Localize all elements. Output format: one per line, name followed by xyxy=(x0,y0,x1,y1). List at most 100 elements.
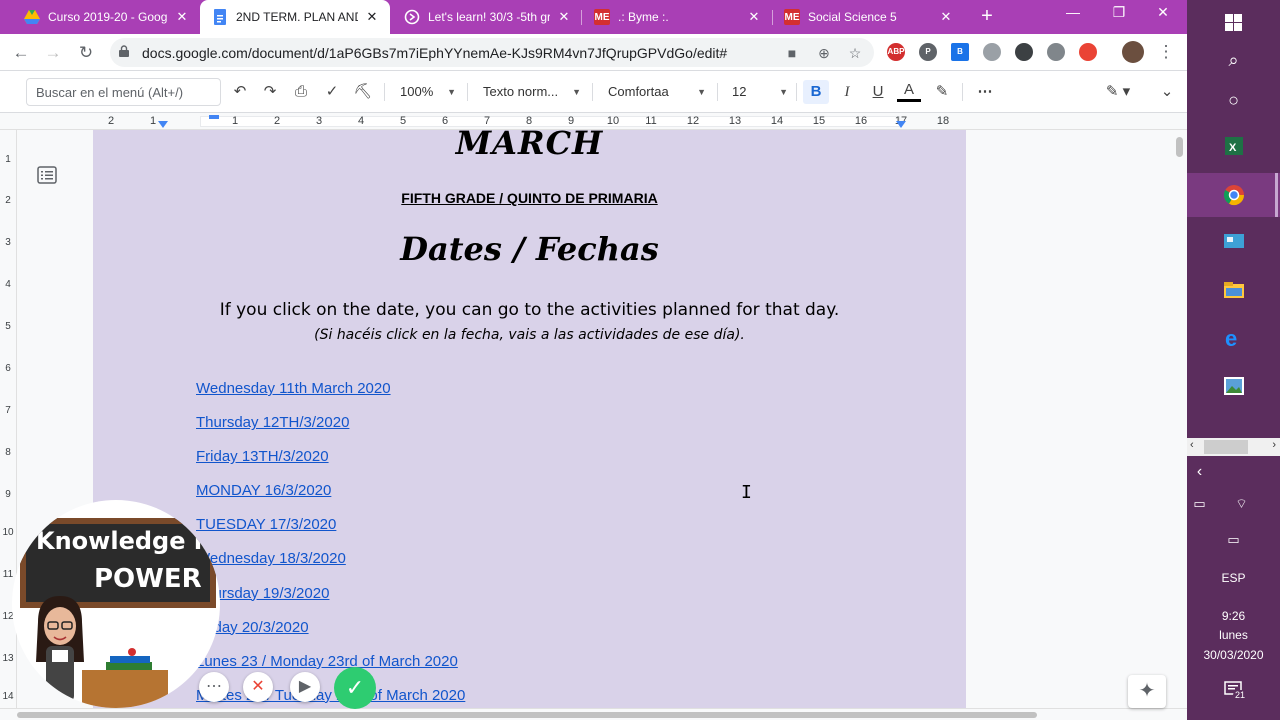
left-indent-marker[interactable] xyxy=(158,121,168,128)
tab-curso[interactable]: Curso 2019-20 - Google ✕ xyxy=(12,0,200,34)
date-link[interactable]: Thursday 12TH/3/2020 xyxy=(196,414,465,448)
font-value: Comfortaa xyxy=(608,84,669,99)
doc-subtitle: FIFTH GRADE / QUINTO DE PRIMARIA xyxy=(401,190,658,206)
clock-day: lunes xyxy=(1219,628,1248,642)
font-size-select[interactable]: 12 ▼ xyxy=(732,80,788,104)
file-explorer-icon[interactable] xyxy=(1187,268,1280,312)
reload-icon[interactable]: ↻ xyxy=(74,41,98,65)
camera-icon[interactable]: ■ xyxy=(784,45,800,61)
document-page[interactable]: MARCH FIFTH GRADE / QUINTO DE PRIMARIA D… xyxy=(93,130,966,708)
highlight-pen-icon[interactable]: ✎ xyxy=(930,80,954,104)
extension-grammar-icon[interactable] xyxy=(1047,43,1065,61)
docs-toolbar: Buscar en el menú (Alt+/) ↶ ↷ ⎙ ✓ ⛏ 100%… xyxy=(0,71,1187,113)
notifications-icon[interactable]: 21 xyxy=(1187,668,1280,712)
chevron-up-icon[interactable]: ⌄ xyxy=(1155,80,1179,104)
edge-icon[interactable]: e xyxy=(1187,316,1280,360)
text-cursor-icon: I xyxy=(741,482,752,503)
underline-button[interactable]: U xyxy=(866,80,890,104)
profile-avatar[interactable] xyxy=(1122,41,1144,63)
close-tab-icon[interactable]: ✕ xyxy=(938,9,954,25)
scrollbar-thumb[interactable] xyxy=(1176,137,1183,157)
chrome-menu-icon[interactable]: ⋮ xyxy=(1154,40,1178,64)
extension-b-icon[interactable]: B xyxy=(951,43,969,61)
close-tab-icon[interactable]: ✕ xyxy=(556,9,572,25)
new-tab-button[interactable]: + xyxy=(976,6,998,28)
italic-button[interactable]: I xyxy=(835,80,859,104)
horizontal-scrollbar[interactable] xyxy=(0,708,1187,720)
bookmark-star-icon[interactable]: ☆ xyxy=(847,45,863,61)
date-link[interactable]: Lunes 23 / Monday 23rd of March 2020 xyxy=(196,653,465,687)
date-link[interactable]: Friday 13TH/3/2020 xyxy=(196,448,465,482)
ruler-number: 14 xyxy=(770,115,784,127)
spellcheck-icon[interactable]: ✓ xyxy=(320,80,344,104)
close-tab-icon[interactable]: ✕ xyxy=(364,9,380,25)
tab-2nd-term[interactable]: 2ND TERM. PLAN AND ✕ xyxy=(200,0,390,34)
more-options-button[interactable]: ⋯ xyxy=(199,672,229,702)
editing-mode-icon[interactable]: ✎ ▾ xyxy=(1100,80,1136,104)
date-link[interactable]: Wednesday 18/3/2020 xyxy=(196,550,465,584)
restore-icon[interactable]: ❐ xyxy=(1104,4,1134,21)
tab-social-science[interactable]: ME Social Science 5 ✕ xyxy=(772,0,964,34)
close-tab-icon[interactable]: ✕ xyxy=(174,9,190,25)
close-window-icon[interactable]: ✕ xyxy=(1148,4,1178,21)
finish-recording-button[interactable]: ✓ xyxy=(334,667,376,709)
excel-icon[interactable]: X xyxy=(1187,124,1280,168)
date-link[interactable]: TUESDAY 17/3/2020 xyxy=(196,516,465,550)
close-tab-icon[interactable]: ✕ xyxy=(746,9,762,25)
explore-icon[interactable]: ✦ xyxy=(1128,675,1166,708)
chrome-icon[interactable] xyxy=(1187,173,1280,217)
tab-separator xyxy=(581,10,582,25)
bold-button[interactable]: B xyxy=(803,80,829,104)
paint-format-icon[interactable]: ⛏ xyxy=(351,80,375,104)
date-link[interactable]: Wednesday 11th March 2020 xyxy=(196,380,465,414)
cortana-icon[interactable]: ○ xyxy=(1187,78,1280,122)
tab-title: Social Science 5 xyxy=(808,10,897,24)
date-link[interactable]: MONDAY 16/3/2020 xyxy=(196,482,465,516)
text-color-button[interactable]: A xyxy=(897,80,921,102)
photos-icon[interactable] xyxy=(1187,364,1280,408)
first-line-indent-marker[interactable] xyxy=(209,115,219,119)
pinterest-icon[interactable]: P xyxy=(919,43,937,61)
scrollbar-thumb[interactable] xyxy=(17,712,1037,718)
control-panel-icon[interactable] xyxy=(1187,220,1280,264)
tab-lets-learn[interactable]: Let's learn! 30/3 -5th gr ✕ xyxy=(392,0,582,34)
vertical-scrollbar[interactable] xyxy=(1173,130,1187,708)
tab-byme[interactable]: ME .: Byme :. ✕ xyxy=(582,0,772,34)
adblock-icon[interactable]: ABP xyxy=(887,43,905,61)
date-link[interactable]: Thursday 19/3/2020 xyxy=(196,585,465,619)
screen: Curso 2019-20 - Google ✕ 2ND TERM. PLAN … xyxy=(0,0,1280,720)
zoom-select[interactable]: 100% ▼ xyxy=(400,80,456,104)
forward-icon[interactable]: → xyxy=(41,41,65,65)
date-link[interactable]: Martes 24 / Tuesday 24th of March 2020 xyxy=(196,687,465,708)
cancel-recording-button[interactable]: ✕ xyxy=(243,672,273,702)
style-select[interactable]: Texto norm... ▼ xyxy=(483,80,581,104)
tab-title: Curso 2019-20 - Google xyxy=(48,10,168,24)
search-icon[interactable]: ⌕ xyxy=(1187,38,1280,82)
zoom-icon[interactable]: ⊕ xyxy=(816,45,832,61)
date-link[interactable]: Friday 20/3/2020 xyxy=(196,619,465,653)
tab-title: Let's learn! 30/3 -5th gr xyxy=(428,10,550,24)
extension-circle-icon[interactable] xyxy=(983,43,1001,61)
tablet-mode-icon[interactable]: ▭ xyxy=(1187,518,1280,562)
omnibox[interactable]: docs.google.com/document/d/1aP6GBs7m7iEp… xyxy=(110,38,874,67)
scroll-right-icon[interactable]: › xyxy=(1272,439,1276,451)
menu-search-input[interactable]: Buscar en el menú (Alt+/) xyxy=(26,78,221,106)
pause-recording-button[interactable]: ▶ xyxy=(290,672,320,702)
chevron-down-icon: ▼ xyxy=(779,87,788,97)
redo-icon[interactable]: ↷ xyxy=(258,80,282,104)
ruler-number: 14 xyxy=(2,691,14,702)
more-options-icon[interactable]: ⋯ xyxy=(973,80,997,104)
clock-date: 30/03/2020 xyxy=(1203,648,1264,662)
extension-c-icon[interactable] xyxy=(1015,43,1033,61)
undo-icon[interactable]: ↶ xyxy=(228,80,252,104)
minimize-icon[interactable]: — xyxy=(1058,4,1088,20)
language-indicator[interactable]: ESP xyxy=(1187,571,1280,585)
font-select[interactable]: Comfortaa ▼ xyxy=(608,80,706,104)
print-icon[interactable]: ⎙ xyxy=(289,80,313,104)
back-icon[interactable]: ← xyxy=(9,41,33,65)
right-indent-marker[interactable] xyxy=(896,121,906,128)
doc-instruction-es: (Si hacéis click en la fecha, vais a las… xyxy=(314,327,745,343)
clock-time[interactable]: 9:26 xyxy=(1187,609,1280,623)
document-outline-icon[interactable] xyxy=(37,166,57,184)
download-extension-icon[interactable] xyxy=(1079,43,1097,61)
